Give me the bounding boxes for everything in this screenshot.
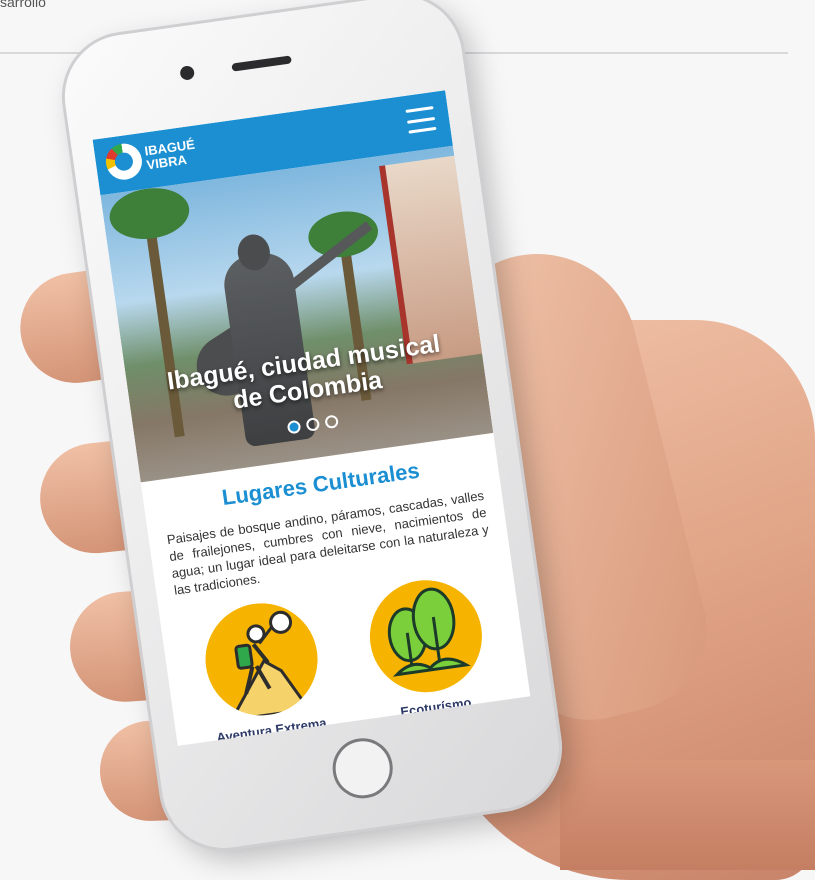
- logo-icon: [103, 141, 145, 182]
- trees-icon: [362, 572, 490, 700]
- hamburger-menu-icon[interactable]: [405, 106, 437, 134]
- carousel-dot[interactable]: [305, 417, 320, 432]
- palm-tree: [106, 183, 193, 244]
- carousel-dot-active[interactable]: [286, 419, 301, 435]
- hand-wrist: [560, 760, 815, 870]
- corner-text: sarrollo: [0, 0, 46, 10]
- card-ecoturismo[interactable]: Ecoturísmo: [344, 570, 511, 725]
- climber-icon: [198, 596, 325, 723]
- logo[interactable]: IBAGUÉ VIBRA: [103, 134, 199, 182]
- card-aventura-extrema[interactable]: Aventura Extrema: [179, 593, 346, 745]
- palm-tree: [305, 207, 381, 262]
- hero-carousel[interactable]: Ibagué, ciudad musical de Colombia: [100, 145, 494, 483]
- carousel-dot[interactable]: [323, 414, 339, 430]
